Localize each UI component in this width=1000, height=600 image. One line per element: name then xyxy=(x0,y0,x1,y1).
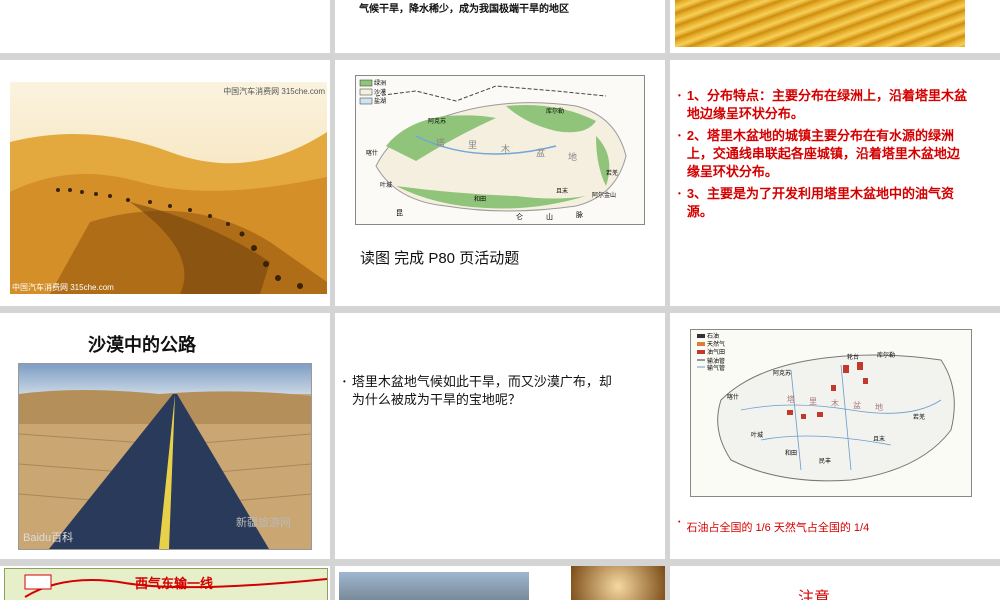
map-label-di: 地 xyxy=(568,152,578,162)
label-qiemo: 且末 xyxy=(873,437,886,443)
desert-dune-drawing xyxy=(10,82,327,294)
map-label-pen: 盆 xyxy=(536,148,546,158)
slide-oil-gas[interactable]: 石油 天然气 油气田 输油管 输气管 轮台 库尔勒 阿克苏 塔 里 木 盆 地 … xyxy=(670,313,1000,559)
map-label-mai: 脉 xyxy=(576,212,583,219)
sand-texture-image xyxy=(675,0,965,47)
desert-road-photo: 新疆旅游网 Baidu百科 xyxy=(18,363,312,550)
slide-distribution-points[interactable]: • 1、分布特点：主要分布在绿洲上，沿着塔里木盆地边缘呈环状分布。 • 2、塔里… xyxy=(670,60,1000,306)
pipeline-site-photo xyxy=(339,572,529,600)
map-label-altun: 阿尔金山 xyxy=(592,193,617,199)
map-legend-oasis: 绿洲 xyxy=(374,81,387,87)
question-text: 塔里木盆地气候如此干旱，而又沙漠广布，却为什么被成为干旱的宝地呢？ xyxy=(351,374,612,407)
map-label-korla: 库尔勒 xyxy=(546,109,565,115)
map-legend-salt-lake: 盐湖 xyxy=(374,99,387,105)
desert-camel-photo: 中国汽车消费网 315che.com 中国汽车消费网 315che.com xyxy=(10,82,327,306)
road-photo-watermark-2: Baidu百科 xyxy=(23,532,74,544)
bullet-icon: • xyxy=(678,131,681,140)
point-text: 3、主要是为了开发利用塔里木盆地中的油气资源。 xyxy=(686,186,955,219)
oil-gas-caption: 石油占全国的 1/6 天然气占全国的 1/4 xyxy=(686,522,870,534)
map-label-aksu: 阿克苏 xyxy=(428,119,447,125)
slide-row1-right[interactable] xyxy=(670,0,1000,53)
label-yecheng: 叶城 xyxy=(751,433,764,439)
map-label-lun: 仑 xyxy=(516,214,523,221)
label-kashgar: 喀什 xyxy=(727,395,740,401)
label-korla: 库尔勒 xyxy=(877,353,896,359)
slide-desert-road[interactable]: 沙漠中的公路 新疆旅游网 Baidu百科 xyxy=(0,313,330,559)
map-label-yecheng: 叶城 xyxy=(380,183,393,189)
map-label-mu: 木 xyxy=(501,144,511,154)
map-label-hotan: 和田 xyxy=(474,197,487,203)
slide-row1-mid[interactable]: 气候干旱，降水稀少，成为我国极端干旱的地区 xyxy=(335,0,665,53)
photo-watermark-top: 中国汽车消费网 315che.com xyxy=(223,87,325,96)
map-activity-caption: 读图 完成 P80 页活动题 xyxy=(360,250,520,267)
label-ruoqiang: 若羌 xyxy=(913,415,926,421)
slide-question[interactable]: • 塔里木盆地气候如此干旱，而又沙漠广布，却为什么被成为干旱的宝地呢？ xyxy=(335,313,665,559)
point-text: 2、塔里木盆地的城镇主要分布在有水源的绿洲上，交通线串联起各座城镇，沿着塔里木盆… xyxy=(686,128,960,179)
photo-watermark-bottom: 中国汽车消费网 315che.com xyxy=(12,283,114,292)
slide-pipeline-photos[interactable] xyxy=(335,566,665,600)
question-item: • 塔里木盆地气候如此干旱，而又沙漠广布，却为什么被成为干旱的宝地呢？ xyxy=(343,373,623,409)
slide-pipeline[interactable]: 西气东输一线 xyxy=(0,566,330,600)
oil-gas-caption-row: • 石油占全国的 1/6 天然气占全国的 1/4 xyxy=(678,519,869,535)
tarim-oasis-map: 绿洲 沙漠 盐湖 阿克苏 库尔勒 塔 里 木 盆 地 和田 且末 若羌 喀什 叶… xyxy=(355,75,645,225)
point-text: 1、分布特点：主要分布在绿洲上，沿着塔里木盆地边缘呈环状分布。 xyxy=(686,88,968,121)
map-label-shan: 山 xyxy=(546,214,553,221)
label-ta: 塔 xyxy=(787,395,795,404)
label-luntai: 轮台 xyxy=(847,355,860,361)
bullet-icon: • xyxy=(678,91,681,100)
label-di: 地 xyxy=(875,403,883,412)
climate-caption: 气候干旱，降水稀少，成为我国极端干旱的地区 xyxy=(359,4,569,15)
bullet-icon: • xyxy=(678,519,681,526)
label-pen: 盆 xyxy=(853,401,861,410)
distribution-points-list: • 1、分布特点：主要分布在绿洲上，沿着塔里木盆地边缘呈环状分布。 • 2、塔里… xyxy=(678,87,968,221)
map-label-kashgar: 喀什 xyxy=(366,151,379,157)
pipeline-map: 西气东输一线 xyxy=(4,568,328,600)
map-label-ta: 塔 xyxy=(436,138,446,148)
map-label-ruoqiang: 若羌 xyxy=(606,171,619,177)
slide-tarim-map[interactable]: 绿洲 沙漠 盐湖 阿克苏 库尔勒 塔 里 木 盆 地 和田 且末 若羌 喀什 叶… xyxy=(335,60,665,306)
slide-row1-left[interactable] xyxy=(0,0,330,53)
label-aksu: 阿克苏 xyxy=(773,371,792,377)
cave-photo xyxy=(571,566,665,600)
oil-gas-map: 石油 天然气 油气田 输油管 输气管 轮台 库尔勒 阿克苏 塔 里 木 盆 地 … xyxy=(690,329,972,497)
slide-note[interactable]: 注意 xyxy=(670,566,1000,600)
legend-field: 油气田 xyxy=(707,350,726,356)
slide-desert-camels[interactable]: 中国汽车消费网 315che.com 中国汽车消费网 315che.com xyxy=(0,60,330,306)
legend-gas-pipe: 输气管 xyxy=(707,366,726,372)
pipeline-title: 西气东输一线 xyxy=(135,576,214,591)
label-mu: 木 xyxy=(831,399,839,408)
map-label-li: 里 xyxy=(468,140,478,150)
label-hotan: 和田 xyxy=(785,451,798,457)
label-minfeng: 民丰 xyxy=(819,459,832,465)
bullet-icon: • xyxy=(343,377,346,386)
bullet-icon: • xyxy=(678,189,681,198)
point-item: • 2、塔里木盆地的城镇主要分布在有水源的绿洲上，交通线串联起各座城镇，沿着塔里… xyxy=(678,127,968,181)
point-item: • 1、分布特点：主要分布在绿洲上，沿着塔里木盆地边缘呈环状分布。 xyxy=(678,87,968,123)
road-photo-watermark: 新疆旅游网 xyxy=(236,517,291,529)
map-label-qiemo: 且末 xyxy=(556,189,569,195)
point-item: • 3、主要是为了开发利用塔里木盆地中的油气资源。 xyxy=(678,185,968,221)
label-li: 里 xyxy=(809,397,817,406)
road-slide-title: 沙漠中的公路 xyxy=(88,335,196,355)
note-title: 注意 xyxy=(798,590,831,600)
map-legend-desert: 沙漠 xyxy=(374,90,387,96)
map-label-kun: 昆 xyxy=(396,210,403,217)
